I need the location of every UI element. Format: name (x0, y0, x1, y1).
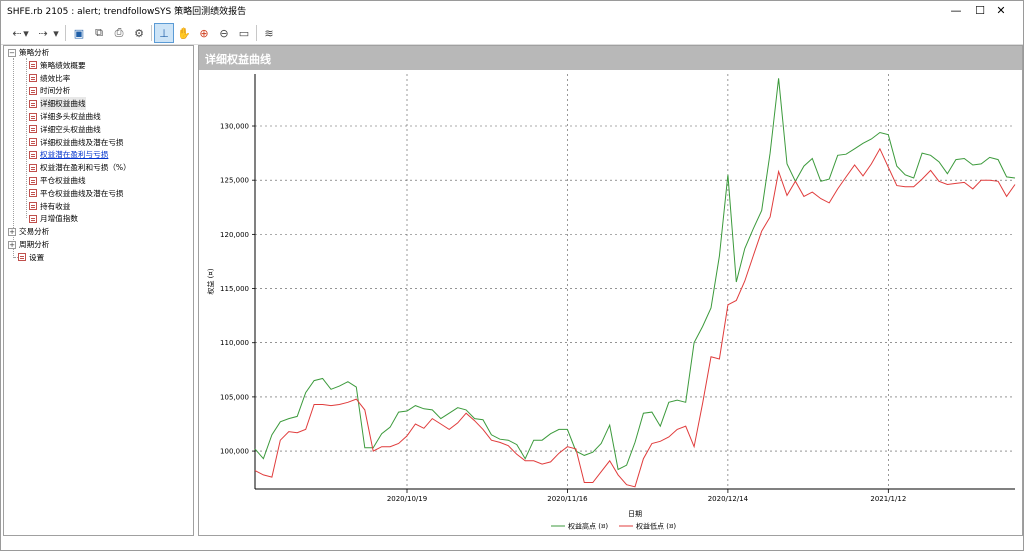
y-axis-label: 权益 (¤) (206, 268, 215, 294)
tree-connector (26, 58, 27, 218)
tree-item-label: 详细多头权益曲线 (40, 112, 101, 121)
y-tick-label: 115,000 (220, 285, 249, 293)
zoom-out-icon[interactable]: ⊖ (214, 23, 234, 43)
legend-label: 权益低点 (¤) (636, 522, 676, 531)
zoom-fit-icon[interactable]: ▭ (234, 23, 254, 43)
collapse-icon[interactable]: − (8, 48, 16, 57)
tree-item[interactable]: 权益潜在盈利和亏损（%） (29, 161, 131, 174)
report-icon (29, 61, 37, 70)
app-window: SHFE.rb 2105 : alert; trendfollowSYS 策略回… (0, 0, 1024, 551)
y-tick-label: 125,000 (220, 177, 249, 185)
save-icon[interactable]: ▣ (69, 23, 89, 43)
toolbar-separator (256, 25, 257, 41)
back-dropdown-icon[interactable]: ▾ (21, 23, 31, 43)
toolbar: ⇠ ▾ ⇢ ▾ ▣ ⧉ ⎙ ⚙ ⊥ ✋ ⊕ ⊖ ▭ ≋ (1, 21, 1023, 45)
tree-group-period[interactable]: + 周期分析 (8, 238, 49, 251)
tree-item[interactable]: 策略绩效概要 (29, 59, 86, 72)
chart-icon (29, 214, 37, 223)
tree-item[interactable]: 时间分析 (29, 84, 70, 97)
panel-header: 详细权益曲线 (199, 46, 1022, 70)
settings-grid-icon (18, 253, 26, 262)
tree-item[interactable]: 平仓权益曲线 (29, 174, 86, 187)
tree-item-label: 平仓权益曲线 (40, 176, 86, 185)
tree-item-label: 策略绩效概要 (40, 60, 86, 70)
window-title: SHFE.rb 2105 : alert; trendfollowSYS 策略回… (7, 7, 247, 17)
x-tick-label: 2020/12/14 (708, 495, 749, 503)
copy-icon[interactable]: ⧉ (89, 23, 109, 43)
tree-item-label: 月增值指数 (40, 214, 78, 224)
chart-icon (29, 99, 37, 108)
tree-item-label: 持有收益 (40, 201, 71, 211)
x-tick-label: 2021/1/12 (870, 495, 906, 503)
pan-hand-icon[interactable]: ✋ (174, 23, 194, 43)
expand-icon[interactable]: + (8, 227, 16, 236)
panel-title: 详细权益曲线 (205, 53, 271, 66)
tree-item[interactable]: 持有收益 (29, 200, 70, 213)
report-icon (29, 86, 37, 95)
tree-item-label: 时间分析 (40, 86, 71, 96)
forward-dropdown-icon[interactable]: ▾ (51, 23, 61, 43)
tree-group-label: 交易分析 (19, 227, 50, 237)
report-icon (29, 74, 37, 83)
tree-item[interactable]: 详细权益曲线及潜在亏损 (29, 136, 124, 149)
chart-wizard-icon[interactable]: ≋ (259, 23, 279, 43)
chart-icon (29, 150, 37, 159)
chart-icon (29, 202, 37, 211)
tree-item-label: 权益潜在盈利与亏损 (40, 150, 109, 160)
y-tick-label: 105,000 (220, 393, 249, 401)
zoom-in-icon[interactable]: ⊕ (194, 23, 214, 43)
tree-item-settings[interactable]: 设置 (18, 251, 44, 264)
y-tick-label: 130,000 (220, 123, 249, 131)
tree-item-link[interactable]: 权益潜在盈利与亏损 (29, 148, 108, 161)
expand-icon[interactable]: + (8, 240, 16, 249)
tree-item[interactable]: 平仓权益曲线及潜在亏损 (29, 187, 124, 200)
chart-icon (29, 189, 37, 198)
tree-item[interactable]: 月增值指数 (29, 212, 78, 225)
legend-label: 权益高点 (¤) (568, 522, 608, 531)
tree-item-label: 权益潜在盈利和亏损（%） (40, 163, 131, 173)
tree-item-label: 详细权益曲线 (40, 97, 86, 111)
crosshair-icon[interactable]: ⊥ (154, 23, 174, 43)
tree-group-strategy[interactable]: − 策略分析 (8, 46, 49, 59)
tree-item[interactable]: 绩效比率 (29, 72, 70, 85)
tree-item-label: 设置 (29, 252, 45, 262)
tree-item[interactable]: 详细空头权益曲线 (29, 123, 101, 136)
chart-icon (29, 125, 37, 134)
series-line-0 (254, 78, 1016, 471)
chart-icon (29, 138, 37, 147)
toolbar-separator (151, 25, 152, 41)
tree-item-label: 详细权益曲线及潜在亏损 (40, 137, 124, 147)
toolbar-separator (65, 25, 66, 41)
analysis-tree: − 策略分析 策略绩效概要 绩效比率 时间分析 详细权益曲线 详细多头权益曲线 … (3, 45, 194, 536)
chart-icon (29, 163, 37, 172)
y-tick-label: 120,000 (220, 231, 249, 239)
tree-item-selected[interactable]: 详细权益曲线 (29, 97, 86, 111)
forward-icon[interactable]: ⇢ (33, 23, 53, 43)
x-tick-label: 2020/10/19 (387, 495, 427, 503)
tree-item-label: 平仓权益曲线及潜在亏损 (40, 188, 124, 198)
equity-chart[interactable]: 100,000 105,000 110,000 115,000 120,000 125,0… (199, 70, 1022, 535)
tree-group-label: 策略分析 (19, 48, 50, 57)
tree-item-label: 绩效比率 (40, 73, 71, 83)
report-panel: 详细权益曲线 100,000 105,000 110,000 115,000 120,0… (198, 45, 1023, 536)
x-tick-label: 2020/11/16 (547, 495, 588, 503)
chart-icon (29, 176, 37, 185)
close-button[interactable]: ✕ (979, 1, 1023, 21)
tree-item[interactable]: 详细多头权益曲线 (29, 110, 101, 123)
settings-icon[interactable]: ⚙ (129, 23, 149, 43)
series-line-1 (254, 147, 1016, 488)
title-bar: SHFE.rb 2105 : alert; trendfollowSYS 策略回… (1, 1, 1023, 21)
y-tick-label: 110,000 (220, 339, 249, 347)
y-tick-label: 100,000 (220, 448, 249, 456)
x-axis-label: 日期 (628, 510, 642, 518)
tree-item-label: 详细空头权益曲线 (40, 124, 101, 134)
tree-group-trade[interactable]: + 交易分析 (8, 225, 49, 238)
tree-group-label: 周期分析 (19, 240, 50, 249)
chart-icon (29, 112, 37, 121)
print-icon[interactable]: ⎙ (109, 23, 129, 43)
